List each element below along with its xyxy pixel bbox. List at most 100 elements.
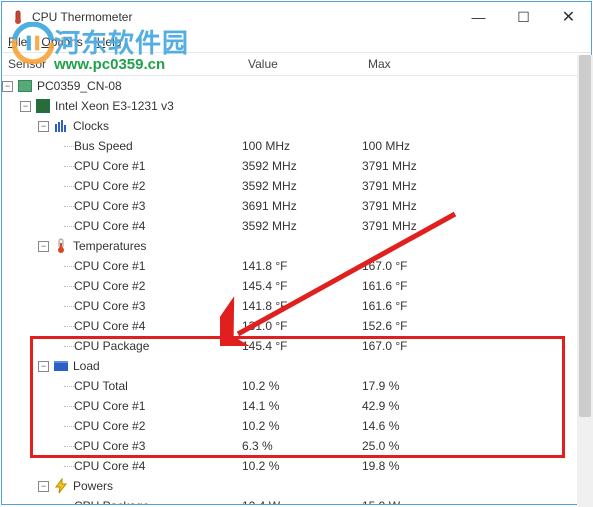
col-sensor[interactable]: Sensor xyxy=(2,57,242,71)
value-cell: 3691 MHz xyxy=(242,199,362,213)
max-cell: 25.0 % xyxy=(362,439,482,453)
node-section-temperatures[interactable]: − Temperatures xyxy=(2,236,591,256)
node-icon xyxy=(53,118,69,134)
node-label: CPU Package xyxy=(74,499,149,504)
value-cell: 131.0 °F xyxy=(242,319,362,333)
node-label: CPU Core #1 xyxy=(74,159,145,173)
node-label: CPU Total xyxy=(74,379,128,393)
expander-icon[interactable]: − xyxy=(38,361,49,372)
column-header: Sensor Value Max xyxy=(2,52,591,76)
node-label: CPU Core #3 xyxy=(74,299,145,313)
node-label: Intel Xeon E3-1231 v3 xyxy=(55,99,174,113)
value-cell: 100 MHz xyxy=(242,139,362,153)
node-section-clocks[interactable]: − Clocks xyxy=(2,116,591,136)
menu-help[interactable]: Help xyxy=(97,35,122,49)
node-label: Load xyxy=(73,359,100,373)
window-controls: — ☐ ✕ xyxy=(456,2,591,32)
value-cell: 3592 MHz xyxy=(242,179,362,193)
app-icon xyxy=(10,9,26,25)
max-cell: 17.9 % xyxy=(362,379,482,393)
node-label: Powers xyxy=(73,479,113,493)
max-cell: 167.0 °F xyxy=(362,339,482,353)
node-section-powers[interactable]: − Powers xyxy=(2,476,591,496)
maximize-button[interactable]: ☐ xyxy=(501,2,546,32)
value-cell: 3592 MHz xyxy=(242,159,362,173)
node-sensor[interactable]: Bus Speed100 MHz100 MHz xyxy=(2,136,591,156)
node-sensor[interactable]: CPU Core #1 3592 MHz3791 MHz xyxy=(2,156,591,176)
max-cell: 152.6 °F xyxy=(362,319,482,333)
node-icon xyxy=(53,478,69,494)
node-label: CPU Core #2 xyxy=(74,419,145,433)
menubar: File Options Help xyxy=(2,32,591,52)
node-label: CPU Core #4 xyxy=(74,219,145,233)
max-cell: 3791 MHz xyxy=(362,199,482,213)
expander-icon[interactable]: − xyxy=(2,81,13,92)
value-cell: 10.2 % xyxy=(242,419,362,433)
node-label: CPU Core #2 xyxy=(74,179,145,193)
expander-icon[interactable]: − xyxy=(38,241,49,252)
node-sensor[interactable]: CPU Package145.4 °F167.0 °F xyxy=(2,336,591,356)
max-cell: 167.0 °F xyxy=(362,259,482,273)
value-cell: 14.1 % xyxy=(242,399,362,413)
node-sensor[interactable]: CPU Core #4131.0 °F152.6 °F xyxy=(2,316,591,336)
node-sensor[interactable]: CPU Core #3 3691 MHz3791 MHz xyxy=(2,196,591,216)
menu-file[interactable]: File xyxy=(8,35,27,49)
max-cell: 161.6 °F xyxy=(362,279,482,293)
node-sensor[interactable]: CPU Core #1141.8 °F167.0 °F xyxy=(2,256,591,276)
max-cell: 15.9 W xyxy=(362,499,482,504)
expander-icon[interactable]: − xyxy=(38,121,49,132)
node-label: CPU Core #3 xyxy=(74,199,145,213)
node-icon xyxy=(35,98,51,114)
value-cell: 10.2 % xyxy=(242,459,362,473)
node-computer[interactable]: −PC0359_CN-08 xyxy=(2,76,591,96)
scrollbar-thumb[interactable] xyxy=(579,55,591,417)
value-cell: 10.2 % xyxy=(242,379,362,393)
max-cell: 161.6 °F xyxy=(362,299,482,313)
value-cell: 145.4 °F xyxy=(242,279,362,293)
minimize-button[interactable]: — xyxy=(456,2,501,32)
app-window: CPU Thermometer — ☐ ✕ File Options Help … xyxy=(1,1,592,505)
node-sensor[interactable]: CPU Total 10.2 %17.9 % xyxy=(2,376,591,396)
titlebar[interactable]: CPU Thermometer — ☐ ✕ xyxy=(2,2,591,32)
node-sensor[interactable]: CPU Core #114.1 %42.9 % xyxy=(2,396,591,416)
expander-icon[interactable]: − xyxy=(38,481,49,492)
value-cell: 141.8 °F xyxy=(242,299,362,313)
node-label: CPU Core #4 xyxy=(74,459,145,473)
node-label: Clocks xyxy=(73,119,109,133)
node-sensor[interactable]: CPU Core #3 6.3 %25.0 % xyxy=(2,436,591,456)
sensor-tree[interactable]: −PC0359_CN-08−Intel Xeon E3-1231 v3−Cloc… xyxy=(2,76,591,504)
node-label: Bus Speed xyxy=(74,139,133,153)
menu-options[interactable]: Options xyxy=(41,35,82,49)
expander-icon[interactable]: − xyxy=(20,101,31,112)
col-value[interactable]: Value xyxy=(242,57,362,71)
close-button[interactable]: ✕ xyxy=(546,2,591,32)
node-icon xyxy=(53,238,69,254)
col-max[interactable]: Max xyxy=(362,57,482,71)
node-label: CPU Core #3 xyxy=(74,439,145,453)
node-icon xyxy=(17,78,33,94)
value-cell: 12.4 W xyxy=(242,499,362,504)
max-cell: 42.9 % xyxy=(362,399,482,413)
max-cell: 14.6 % xyxy=(362,419,482,433)
node-sensor[interactable]: CPU Core #2 3592 MHz3791 MHz xyxy=(2,176,591,196)
value-cell: 145.4 °F xyxy=(242,339,362,353)
node-sensor[interactable]: CPU Core #4 3592 MHz3791 MHz xyxy=(2,216,591,236)
node-sensor[interactable]: CPU Package 12.4 W15.9 W xyxy=(2,496,591,504)
node-sensor[interactable]: CPU Core #2 145.4 °F161.6 °F xyxy=(2,276,591,296)
node-label: CPU Core #1 xyxy=(74,259,145,273)
node-label: CPU Core #2 xyxy=(74,279,145,293)
max-cell: 19.8 % xyxy=(362,459,482,473)
max-cell: 3791 MHz xyxy=(362,219,482,233)
value-cell: 3592 MHz xyxy=(242,219,362,233)
node-section-load[interactable]: − Load xyxy=(2,356,591,376)
max-cell: 3791 MHz xyxy=(362,179,482,193)
max-cell: 3791 MHz xyxy=(362,159,482,173)
window-title: CPU Thermometer xyxy=(32,10,456,24)
value-cell: 6.3 % xyxy=(242,439,362,453)
node-cpu[interactable]: − Intel Xeon E3-1231 v3 xyxy=(2,96,591,116)
node-label: Temperatures xyxy=(73,239,146,253)
scrollbar[interactable] xyxy=(577,55,593,507)
node-sensor[interactable]: CPU Core #2 10.2 %14.6 % xyxy=(2,416,591,436)
node-sensor[interactable]: CPU Core #4 10.2 %19.8 % xyxy=(2,456,591,476)
node-sensor[interactable]: CPU Core #3 141.8 °F161.6 °F xyxy=(2,296,591,316)
